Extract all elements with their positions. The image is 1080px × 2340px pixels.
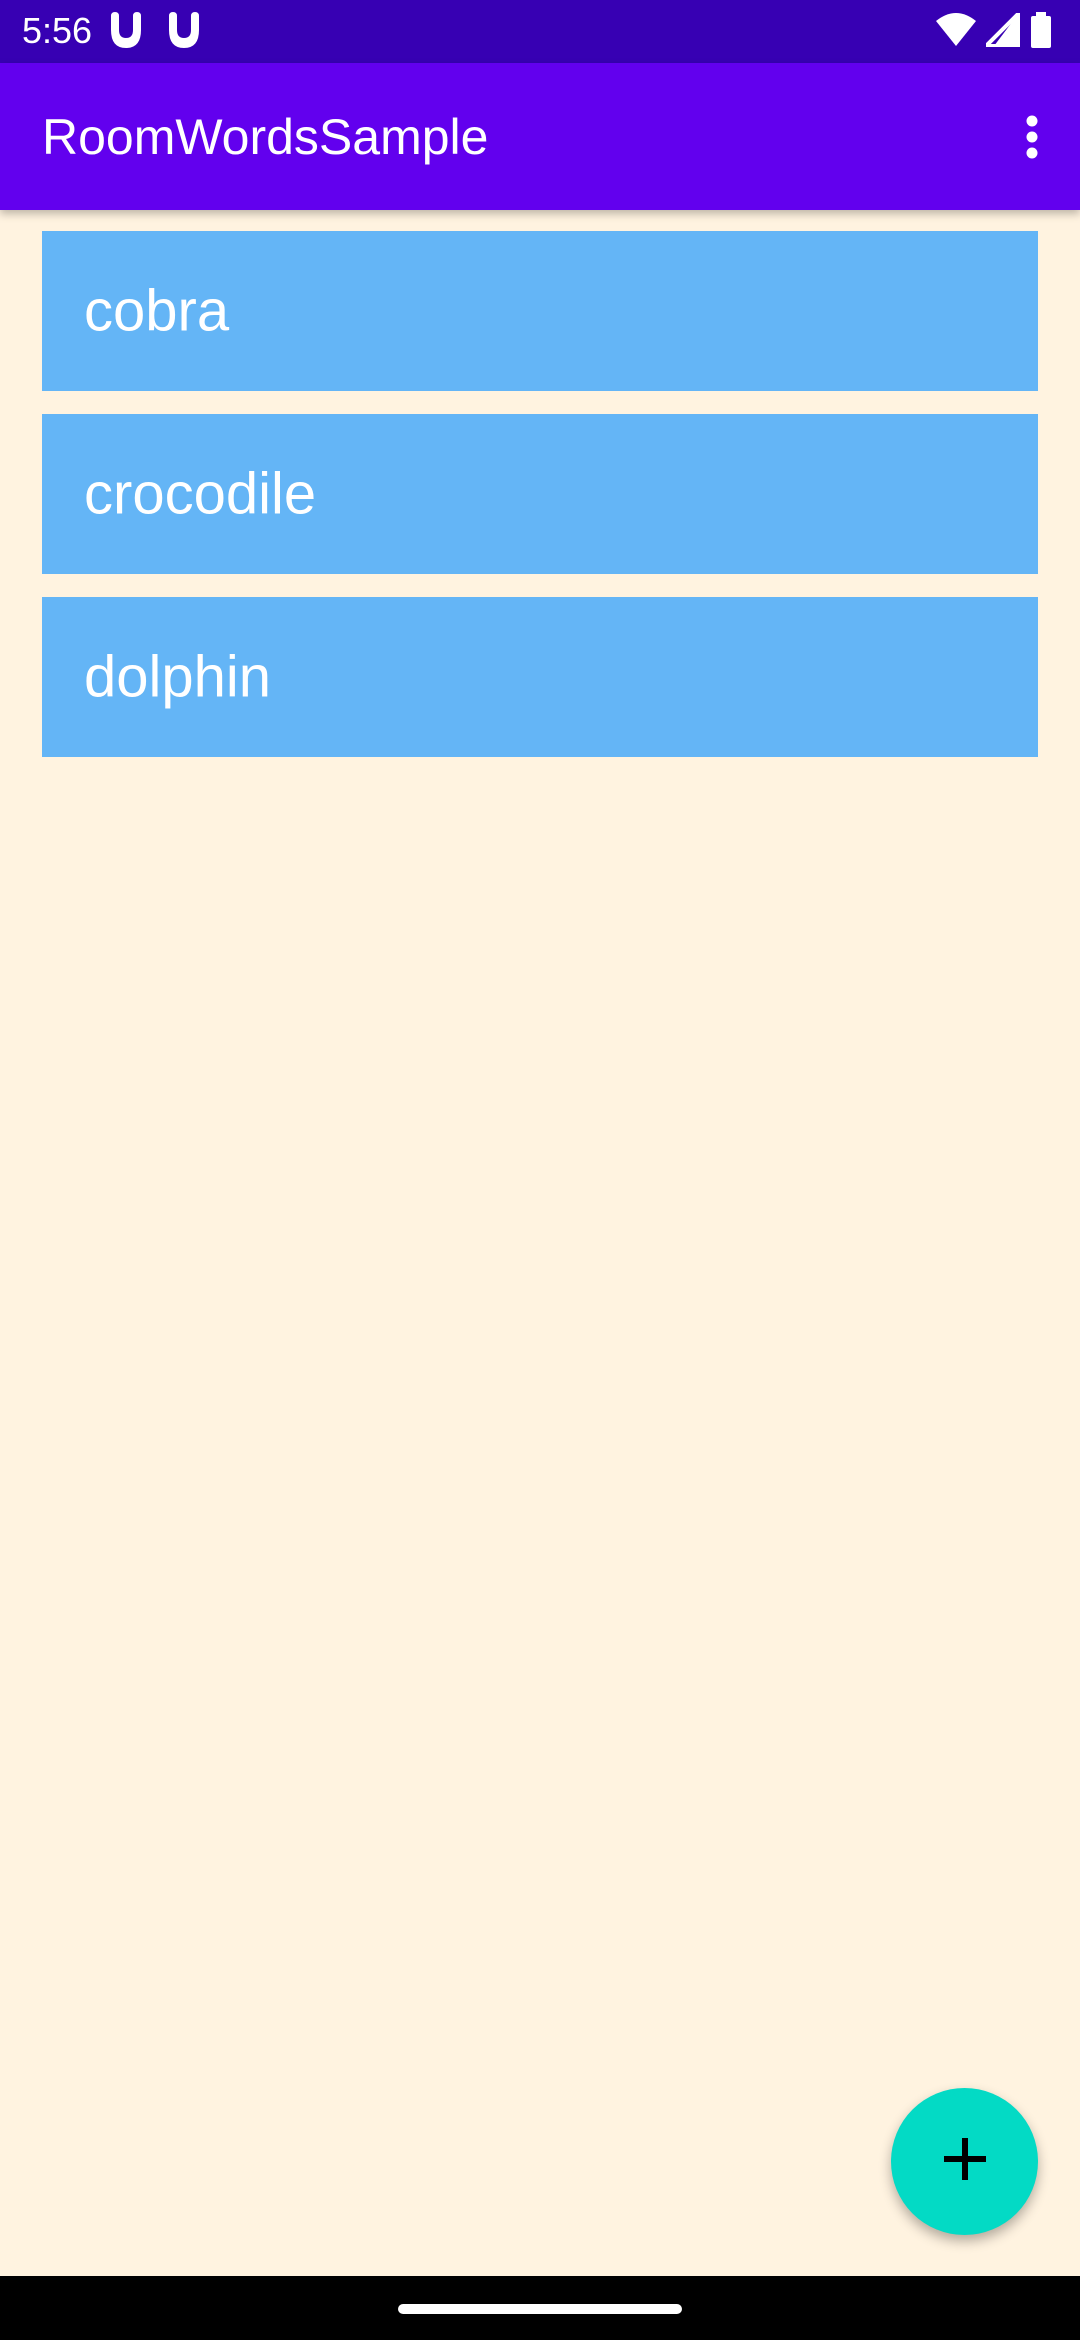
app-notification-icon bbox=[106, 12, 146, 50]
screen: 5:56 RoomWordsSample cobra crocodile dol… bbox=[0, 0, 1080, 2340]
word-label: crocodile bbox=[84, 461, 317, 527]
status-bar: 5:56 bbox=[0, 0, 1080, 63]
app-title: RoomWordsSample bbox=[42, 109, 489, 165]
cellular-signal-icon bbox=[981, 7, 1021, 52]
status-time: 5:56 bbox=[22, 10, 93, 51]
add-icon bbox=[943, 2138, 986, 2185]
home-gesture-handle[interactable] bbox=[398, 2304, 682, 2314]
battery-icon bbox=[1030, 11, 1052, 53]
wifi-icon bbox=[936, 12, 976, 52]
list-item[interactable]: dolphin bbox=[42, 597, 1038, 757]
app-notification-icon bbox=[164, 12, 204, 50]
app-bar: RoomWordsSample bbox=[0, 63, 1080, 210]
more-vert-icon[interactable] bbox=[1002, 99, 1062, 175]
word-label: cobra bbox=[84, 278, 230, 344]
status-right-icons bbox=[936, 7, 1052, 53]
word-list: cobra crocodile dolphin bbox=[42, 231, 1038, 780]
word-label: dolphin bbox=[84, 644, 272, 710]
list-item[interactable]: cobra bbox=[42, 231, 1038, 391]
add-word-button[interactable] bbox=[891, 2088, 1038, 2235]
navigation-bar bbox=[0, 2276, 1080, 2340]
list-item[interactable]: crocodile bbox=[42, 414, 1038, 574]
